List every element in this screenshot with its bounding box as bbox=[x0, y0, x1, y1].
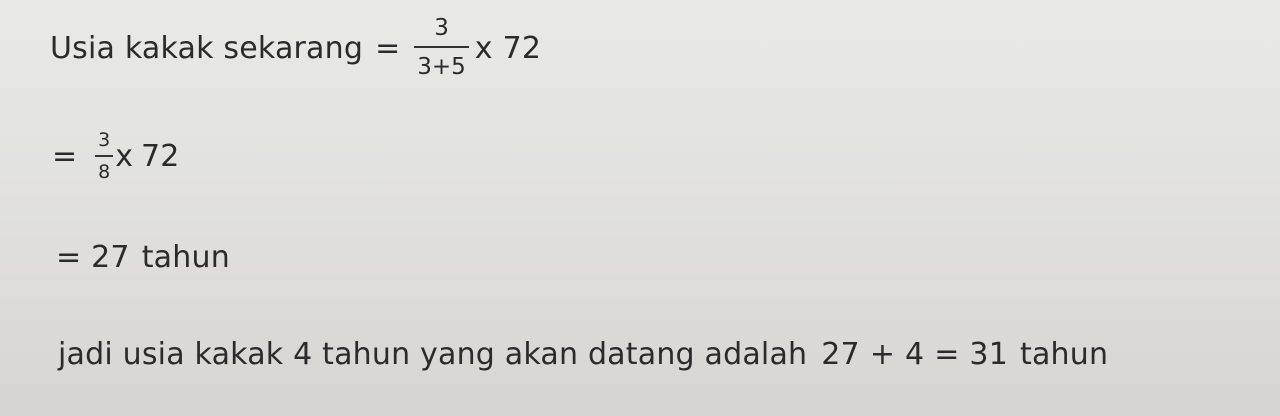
fraction-denominator: 3+5 bbox=[417, 54, 466, 80]
fraction-numerator: 3 bbox=[434, 15, 449, 41]
equation-line-1: Usia kakak sekarang = 3 3+5 x 72 bbox=[50, 8, 541, 88]
equals-sign: = bbox=[375, 30, 401, 66]
fraction-denominator: 8 bbox=[98, 160, 111, 183]
unit-label: tahun bbox=[1019, 336, 1109, 372]
times-sign: x bbox=[474, 30, 493, 66]
age-label: Usia kakak sekarang bbox=[50, 30, 364, 66]
unit-label: tahun bbox=[141, 239, 230, 275]
equals-sign: = bbox=[56, 239, 82, 275]
result-value: 27 bbox=[91, 239, 130, 275]
factor-value: 72 bbox=[502, 30, 542, 66]
times-sign: x bbox=[115, 138, 133, 174]
conclusion-line: jadi usia kakak 4 tahun yang akan datang… bbox=[58, 332, 1108, 376]
addend-b: 4 bbox=[904, 336, 925, 372]
sum-value: 31 bbox=[969, 336, 1008, 372]
fraction-bar bbox=[95, 154, 114, 157]
plus-sign: + bbox=[869, 336, 895, 372]
factor-value: 72 bbox=[141, 138, 180, 174]
equals-sign: = bbox=[52, 138, 78, 174]
fraction-numerator: 3 bbox=[98, 128, 111, 151]
fraction-bar bbox=[414, 46, 469, 48]
conclusion-text: jadi usia kakak 4 tahun yang akan datang… bbox=[58, 336, 808, 372]
fraction-3-over-8: 3 8 bbox=[95, 128, 114, 183]
worksheet-page: Usia kakak sekarang = 3 3+5 x 72 = 3 8 x… bbox=[0, 0, 1280, 416]
equals-sign: = bbox=[934, 336, 960, 372]
equation-line-3: = 27 tahun bbox=[56, 236, 230, 278]
addend-a: 27 bbox=[821, 336, 860, 372]
fraction-3-over-3plus5: 3 3+5 bbox=[414, 17, 469, 79]
equation-line-2: = 3 8 x 72 bbox=[52, 118, 180, 194]
